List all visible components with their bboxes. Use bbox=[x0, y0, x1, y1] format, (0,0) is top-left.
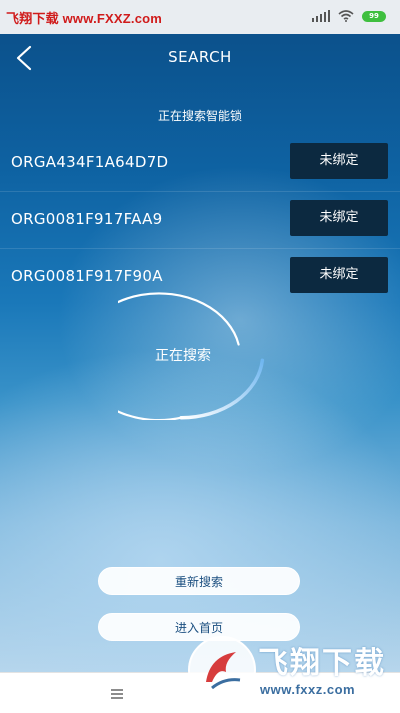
device-id: ORG0081F917FAA9 bbox=[11, 210, 163, 228]
device-id: ORG0081F917F90A bbox=[11, 267, 163, 285]
spinner-label: 正在搜索 bbox=[155, 348, 211, 364]
page-title: SEARCH bbox=[168, 48, 232, 66]
search-screen: 飞翔下载 www.FXXZ.com 99 SEARCH 正在搜索智能锁 ORGA… bbox=[0, 0, 400, 672]
rescan-button[interactable]: 重新搜索 bbox=[98, 567, 300, 595]
signal-icon bbox=[312, 10, 330, 22]
watermark-url: www.fxxz.com bbox=[260, 682, 356, 697]
device-row[interactable]: ORG0081F917FAA9 未绑定 bbox=[0, 192, 400, 249]
bind-button[interactable]: 未绑定 bbox=[290, 200, 388, 236]
menu-icon[interactable] bbox=[111, 689, 123, 699]
watermark-logo: 飞翔下载 www.fxxz.com bbox=[184, 632, 390, 706]
device-row[interactable]: ORGA434F1A64D7D 未绑定 bbox=[0, 135, 400, 192]
watermark-text: 飞翔下载 bbox=[258, 646, 386, 681]
status-icons: 99 bbox=[312, 10, 386, 22]
bind-button[interactable]: 未绑定 bbox=[290, 257, 388, 293]
device-id: ORGA434F1A64D7D bbox=[11, 153, 169, 171]
status-bar: 飞翔下载 www.FXXZ.com 99 bbox=[0, 0, 400, 34]
wifi-icon bbox=[338, 10, 354, 22]
watermark-emblem-icon bbox=[188, 636, 256, 704]
searching-status-label: 正在搜索智能锁 bbox=[157, 109, 242, 123]
battery-icon: 99 bbox=[362, 10, 386, 22]
nav-bar: SEARCH bbox=[0, 34, 400, 80]
bind-button[interactable]: 未绑定 bbox=[290, 143, 388, 179]
watermark-top: 飞翔下载 www.FXXZ.com bbox=[6, 11, 163, 26]
